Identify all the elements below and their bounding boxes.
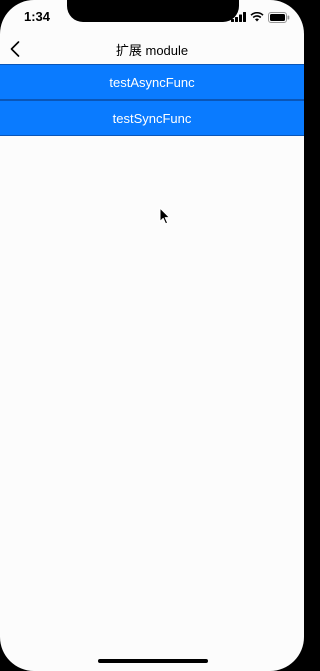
app-screen: 1:34 扩展 module testAsyncFunc testSyncFun… bbox=[0, 0, 304, 671]
test-sync-func-button[interactable]: testSyncFunc bbox=[0, 100, 304, 136]
chevron-left-icon bbox=[10, 41, 20, 57]
mouse-cursor-icon bbox=[159, 207, 171, 225]
back-button[interactable] bbox=[4, 36, 26, 62]
test-async-func-button[interactable]: testAsyncFunc bbox=[0, 64, 304, 100]
home-indicator[interactable] bbox=[98, 659, 208, 663]
device-frame: 1:34 扩展 module testAsyncFunc testSyncFun… bbox=[0, 0, 304, 671]
action-list: testAsyncFunc testSyncFunc bbox=[0, 64, 304, 136]
status-time: 1:34 bbox=[24, 9, 51, 24]
battery-icon bbox=[268, 11, 290, 23]
wifi-icon bbox=[250, 12, 264, 22]
navigation-bar: 扩展 module bbox=[0, 34, 304, 64]
status-bar: 1:34 bbox=[0, 0, 304, 34]
page-title: 扩展 module bbox=[115, 43, 189, 58]
signal-icon bbox=[231, 12, 246, 22]
status-icons bbox=[231, 11, 290, 23]
